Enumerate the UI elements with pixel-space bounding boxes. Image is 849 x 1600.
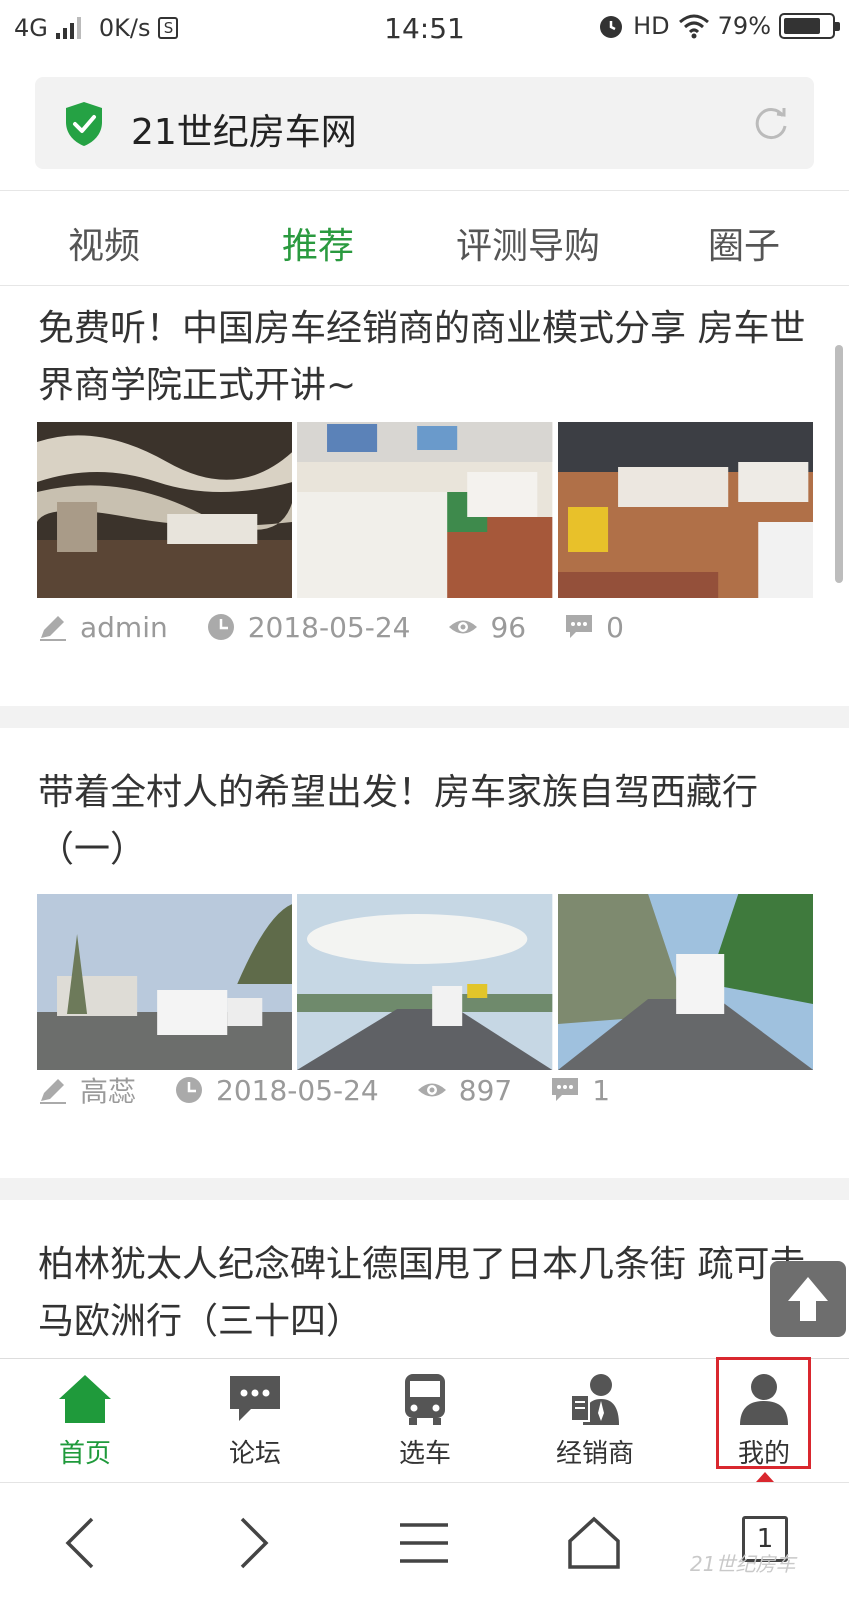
article-views: 897: [458, 1073, 513, 1107]
clock-icon: [207, 614, 234, 640]
article-comments: 1: [592, 1073, 611, 1107]
home-icon: [59, 1375, 111, 1423]
status-right: HD 79%: [597, 12, 840, 40]
pencil-icon: [40, 1079, 66, 1104]
article-thumbnails: [37, 894, 813, 1070]
wifi-icon: [678, 14, 709, 39]
tab-circle[interactable]: 圈子: [708, 217, 780, 269]
nav-label: 经销商: [555, 1439, 634, 1469]
section-divider: [0, 706, 849, 728]
battery-icon: [779, 13, 840, 39]
thumbnail-image[interactable]: [297, 422, 553, 598]
article-meta: admin 2018-05-24 96 0: [38, 607, 662, 647]
article-title[interactable]: 柏林犹太人纪念碑让德国甩了日本几条街 疏可走马欧洲行（三十四）: [38, 1236, 808, 1350]
comment-icon: [566, 615, 593, 638]
article-thumbnails: [37, 422, 813, 598]
pencil-icon: [40, 616, 66, 641]
article-date: 2018-05-24: [247, 610, 411, 644]
thumbnail-image[interactable]: [37, 894, 293, 1070]
section-divider: [0, 1178, 849, 1200]
back-to-top-button[interactable]: [770, 1261, 846, 1337]
menu-icon[interactable]: [394, 1513, 454, 1573]
reload-icon[interactable]: [752, 104, 790, 142]
alarm-icon: [600, 16, 623, 38]
site-title: 21世纪房车网: [131, 112, 357, 153]
eye-icon: [449, 620, 478, 634]
article-card[interactable]: 免费听！中国房车经销商的商业模式分享 房车世界商学院正式开讲~ admin 20…: [0, 288, 849, 704]
article-card[interactable]: 柏林犹太人纪念碑让德国甩了日本几条街 疏可走马欧洲行（三十四）: [0, 1200, 849, 1358]
bus-icon: [405, 1374, 445, 1425]
thumbnail-image[interactable]: [557, 422, 813, 598]
clock-icon: [176, 1077, 203, 1103]
article-card[interactable]: 带着全村人的希望出发！房车家族自驾西藏行（一） 高蕊 2018-05-24 89…: [0, 728, 849, 1170]
battery-percent: 79%: [717, 12, 771, 40]
nav-label: 首页: [58, 1439, 111, 1469]
nav-dealer[interactable]: 经销商: [540, 1371, 650, 1475]
article-date: 2018-05-24: [216, 1073, 379, 1107]
chat-bubble-icon: [230, 1376, 280, 1421]
home-outline-icon[interactable]: [564, 1513, 624, 1573]
watermark: 21世纪房车: [690, 1552, 796, 1576]
category-tabs: 视频 推荐 评测导购 圈子: [0, 190, 849, 286]
thumbnail-image[interactable]: [297, 894, 553, 1070]
back-icon[interactable]: [52, 1513, 112, 1573]
article-views: 96: [490, 610, 527, 644]
nav-home[interactable]: 首页: [30, 1371, 140, 1475]
tab-video[interactable]: 视频: [68, 217, 140, 269]
address-bar[interactable]: 21世纪房车网: [35, 77, 814, 169]
annotation-highlight-box: [716, 1357, 811, 1469]
status-bar: 4G 0K/s S 14:51 HD 79%: [0, 0, 849, 56]
tab-reviews[interactable]: 评测导购: [456, 217, 600, 269]
tab-recommend[interactable]: 推荐: [282, 217, 354, 269]
eye-icon: [417, 1083, 446, 1097]
article-meta: 高蕊 2018-05-24 897 1: [38, 1070, 648, 1110]
nav-forum[interactable]: 论坛: [200, 1371, 310, 1475]
forward-icon[interactable]: [222, 1513, 282, 1573]
nav-label: 选车: [398, 1439, 451, 1469]
article-comments: 0: [606, 610, 624, 644]
hd-indicator: HD: [633, 12, 670, 40]
scrollbar[interactable]: [835, 345, 843, 583]
dealer-icon: [570, 1374, 619, 1425]
article-title[interactable]: 带着全村人的希望出发！房车家族自驾西藏行（一）: [38, 764, 808, 878]
article-author: admin: [80, 610, 168, 644]
browser-bar: [0, 1482, 849, 1600]
nav-choose-car[interactable]: 选车: [370, 1371, 480, 1475]
shield-check-icon: [66, 102, 102, 146]
article-title[interactable]: 免费听！中国房车经销商的商业模式分享 房车世界商学院正式开讲~: [38, 300, 808, 414]
arrow-up-icon: [788, 1277, 828, 1321]
article-author: 高蕊: [80, 1075, 137, 1108]
nav-label: 论坛: [228, 1439, 281, 1469]
thumbnail-image[interactable]: [37, 422, 293, 598]
comment-icon: [552, 1078, 579, 1101]
thumbnail-image[interactable]: [557, 894, 813, 1070]
battery-fill: [784, 18, 821, 34]
